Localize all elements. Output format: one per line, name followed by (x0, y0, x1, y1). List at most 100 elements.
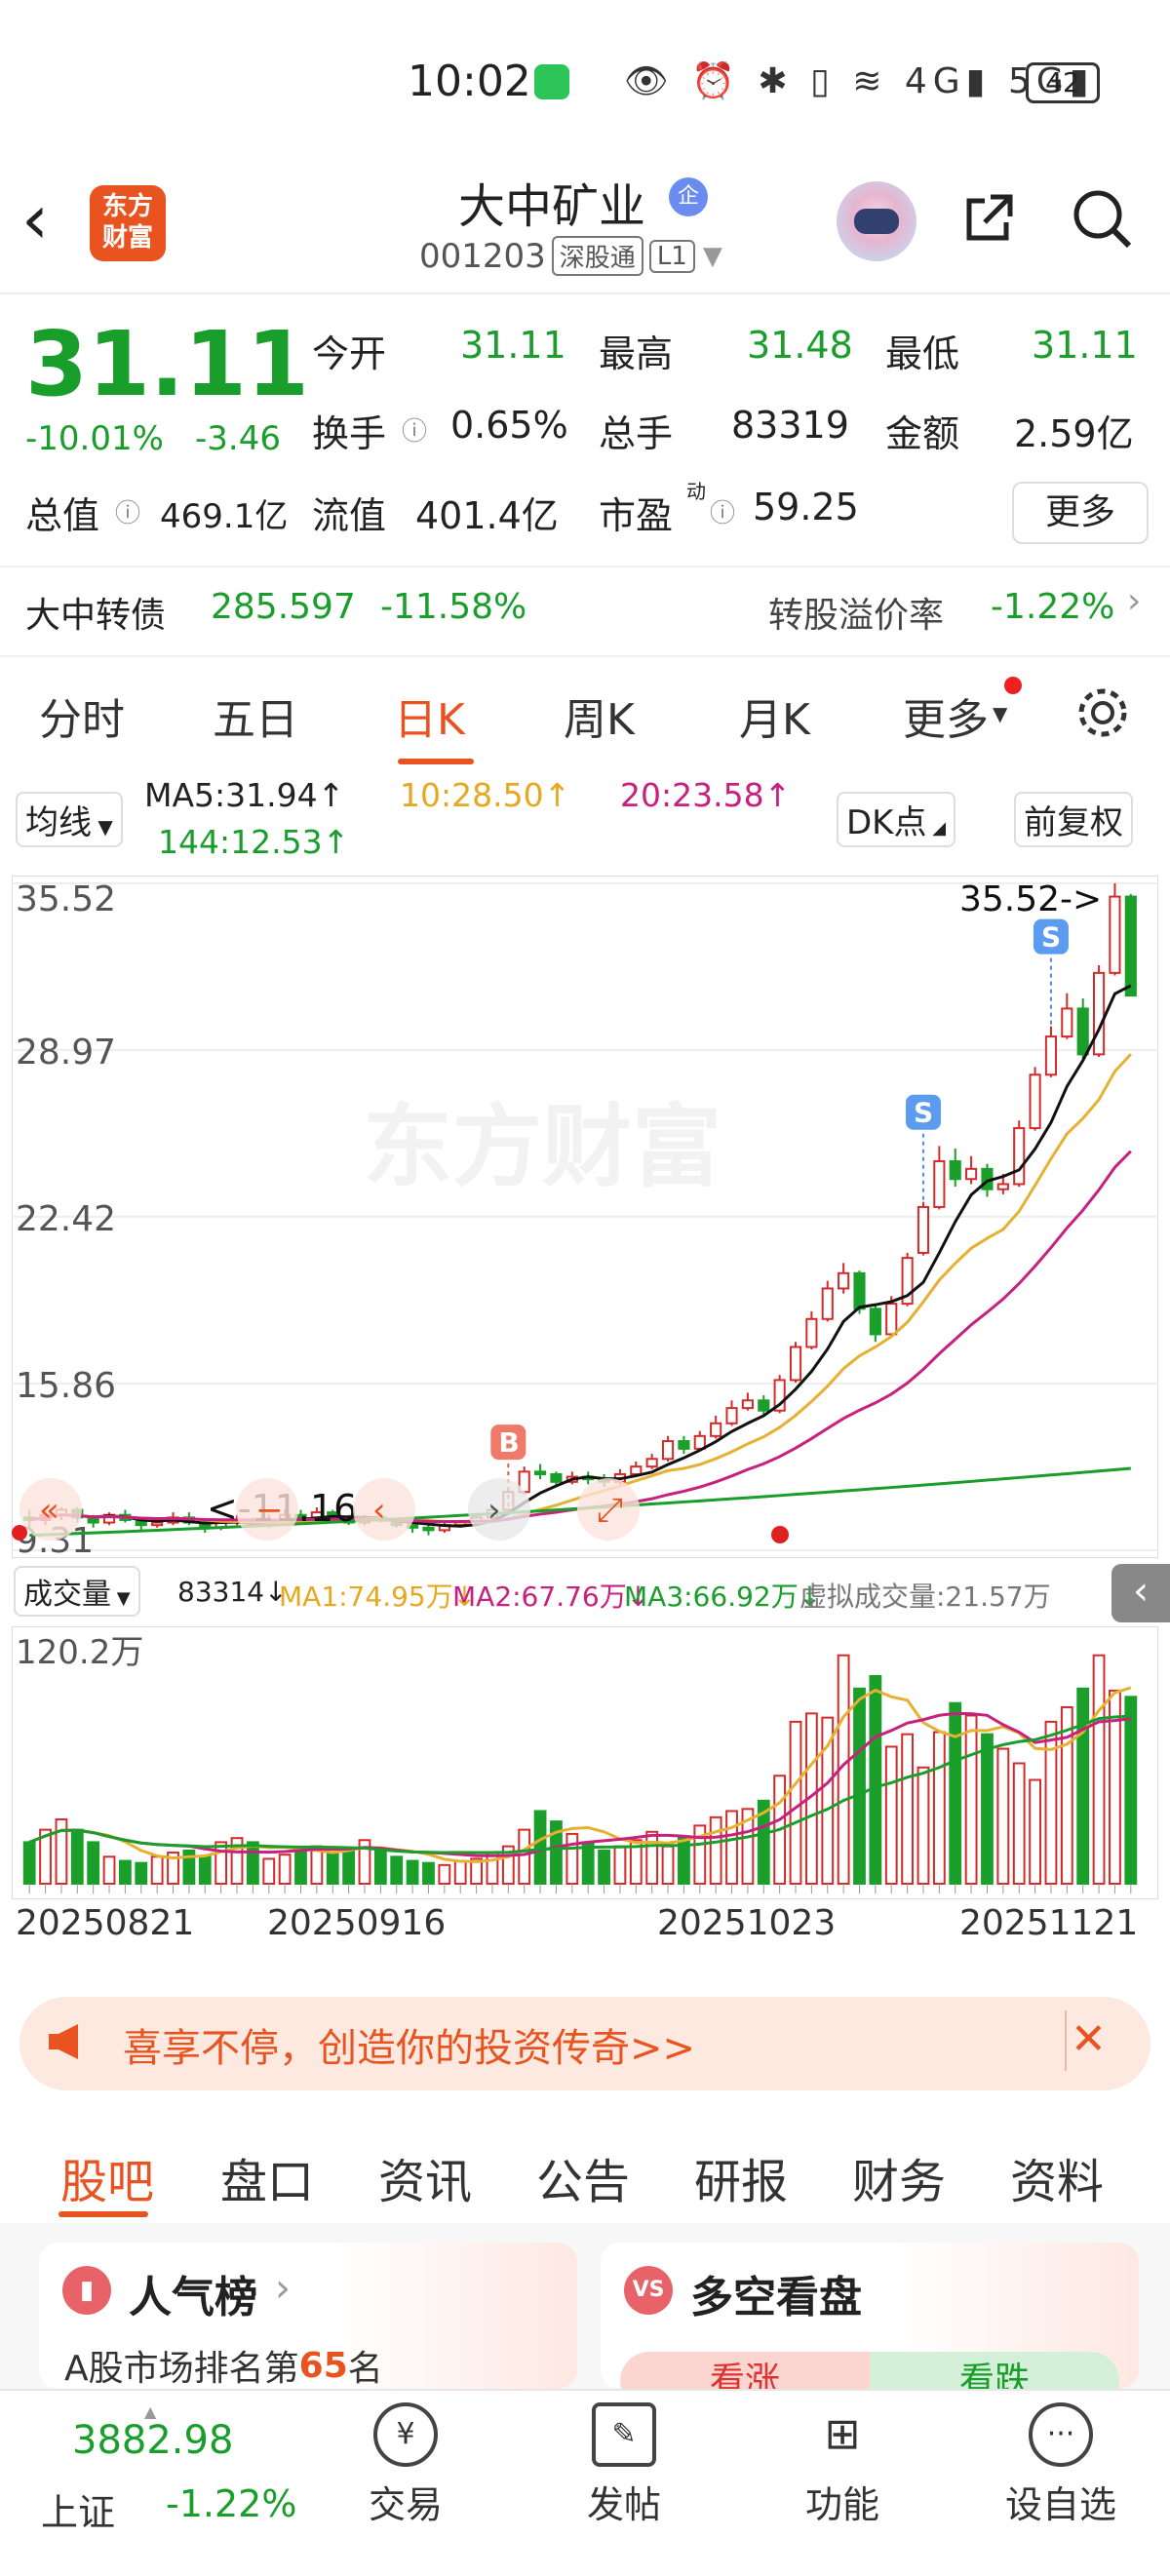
volume-bar (884, 1745, 898, 1885)
volume-selector[interactable]: 成交量 ▼ (14, 1566, 140, 1617)
popularity-card[interactable]: ▮ 人气榜 › A股市场排名第 65 名 (39, 2243, 577, 2389)
feature-cards: ▮ 人气榜 › A股市场排名第 65 名 VS 多空看盘 看涨 看跌 (0, 2223, 1170, 2389)
bond-name: 大中转债 (25, 596, 167, 636)
app-logo[interactable]: 东方财富 (90, 185, 166, 261)
info-icon[interactable]: ⓘ (402, 411, 427, 448)
volume-bar (294, 1849, 307, 1885)
tab-research[interactable]: 研报 (694, 2143, 788, 2211)
tab-announcements[interactable]: 公告 (536, 2143, 630, 2211)
candlestick-chart[interactable]: 东方财富35.5228.9722.4215.869.31BSS35.52-><-… (12, 876, 1158, 1558)
assistant-robot-icon[interactable] (837, 181, 916, 261)
volume-value: 83319 (731, 404, 849, 447)
settings-gear-icon[interactable] (1072, 683, 1133, 743)
mktcap-label: 总值 (25, 494, 100, 537)
volume-bar (135, 1861, 148, 1885)
grid-icon: ⊞ (824, 2409, 861, 2459)
low-label: 最低 (885, 332, 960, 375)
y-tick-label: 22.42 (16, 1199, 116, 1239)
volume-bar (326, 1852, 339, 1885)
index-pct: -1.22% (166, 2482, 297, 2525)
search-icon[interactable] (1071, 187, 1135, 252)
megaphone-icon (45, 2022, 94, 2061)
volume-bar (645, 1830, 659, 1885)
tab-finance[interactable]: 财务 (852, 2143, 946, 2211)
volume-bar (390, 1855, 404, 1885)
vs-icon: VS (624, 2266, 673, 2315)
status-icons: 👁 ⏰ ✱ ▯ ≋ 4G▮ 5G▮ (624, 61, 1095, 101)
chart-period-tabs: 分时 五日 日K 周K 月K 更多 ▼ (0, 653, 1170, 770)
stock-header: ‹ 东方财富 大中矿业 企 001203 深股通 L1 ▼ (0, 166, 1170, 293)
volume-bar (1060, 1705, 1073, 1885)
candle (678, 1440, 690, 1450)
volume-bar (996, 1747, 1010, 1885)
y-tick-label: 15.86 (16, 1366, 116, 1406)
tab-intraday[interactable]: 分时 (39, 684, 125, 747)
collapse-panel-icon[interactable]: ‹ (1112, 1564, 1170, 1622)
status-time: 10:02 (408, 57, 531, 106)
more-dots-icon: ··· (1029, 2402, 1093, 2467)
active-tab-indicator (58, 2211, 148, 2217)
tab-guba[interactable]: 股吧 (60, 2143, 154, 2211)
tab-weekly-k[interactable]: 周K (564, 684, 635, 747)
ma-selector[interactable]: 均线 ▼ (16, 792, 123, 847)
candle (949, 1159, 961, 1181)
volume-bar (102, 1855, 116, 1885)
volume-y-max: 120.2万 (16, 1633, 143, 1672)
stock-code-row[interactable]: 001203 深股通 L1 ▼ (419, 236, 722, 276)
vs-title: 多空看盘 (690, 2273, 862, 2322)
nav-post[interactable]: ✎ 发帖 (556, 2402, 692, 2528)
rank-text: A股市场排名第 (64, 2349, 299, 2389)
candle (741, 1399, 754, 1410)
promo-banner[interactable]: 喜享不停，创造你的投资传奇>> ✕ (20, 1997, 1150, 2090)
dk-point-button[interactable]: DK点 ◢ (837, 792, 956, 847)
tab-news[interactable]: 资讯 (378, 2143, 472, 2211)
open-value: 31.11 (460, 324, 566, 367)
chevron-right-icon: › (1127, 581, 1142, 621)
date-axis: 20250821 20250916 20251023 20251121 (12, 1901, 1158, 1970)
bear-button[interactable]: 看跌 (870, 2352, 1119, 2389)
share-icon[interactable] (961, 191, 1016, 246)
high-value: 31.48 (747, 324, 853, 367)
high-annotation: 35.52-> (959, 879, 1102, 919)
tab-monthly-k[interactable]: 月K (739, 684, 810, 747)
tab-daily-k[interactable]: 日K (394, 684, 465, 747)
volume-bar (246, 1841, 259, 1885)
volume-bar (566, 1832, 579, 1885)
close-icon[interactable]: ✕ (1071, 2014, 1107, 2064)
info-icon[interactable]: ⓘ (710, 493, 735, 529)
info-icon[interactable]: ⓘ (115, 493, 140, 529)
volume-bar (214, 1841, 228, 1885)
more-button[interactable]: 更多 (1012, 482, 1149, 544)
bull-button[interactable]: 看涨 (620, 2352, 870, 2389)
back-icon[interactable]: ‹ (21, 185, 49, 254)
volume-bar (373, 1849, 387, 1885)
tab-five-day[interactable]: 五日 (213, 684, 298, 747)
candle (533, 1470, 547, 1475)
candle (916, 1205, 930, 1254)
ma10-value: 10:28.50↑ (400, 776, 571, 814)
nav-trade[interactable]: ¥ 交易 (337, 2402, 474, 2528)
logo-text: 东方财富 (102, 192, 154, 253)
bull-bear-card[interactable]: VS 多空看盘 看涨 看跌 (601, 2243, 1139, 2389)
nav-add-watchlist[interactable]: ··· 设自选 (993, 2402, 1129, 2528)
enterprise-badge: 企 (669, 177, 708, 216)
turnover-value: 0.65% (450, 404, 568, 447)
index-value[interactable]: 3882.98 (72, 2418, 233, 2463)
tab-more[interactable]: 更多 (903, 684, 989, 747)
watermark: 东方财富 (363, 1095, 722, 1199)
candle (1044, 1035, 1058, 1076)
tab-pankou[interactable]: 盘口 (220, 2143, 314, 2211)
rank-unit: 名 (347, 2349, 383, 2389)
volume-bar (789, 1720, 802, 1885)
nav-functions-label: 功能 (804, 2483, 879, 2526)
high-label: 最高 (599, 332, 674, 375)
tab-profile[interactable]: 资料 (1010, 2143, 1104, 2211)
volume-bar (725, 1810, 738, 1885)
candle (965, 1167, 978, 1181)
nav-functions[interactable]: ⊞ 功能 (774, 2402, 911, 2528)
volume-chart[interactable]: 120.2万 (12, 1626, 1158, 1899)
convertible-bond-row[interactable]: 大中转债 285.597 -11.58% 转股溢价率 -1.22% › (0, 566, 1170, 657)
open-label: 今开 (312, 332, 387, 375)
date-label: 20251121 (959, 1903, 1139, 1943)
adjust-button[interactable]: 前复权 (1014, 792, 1133, 847)
